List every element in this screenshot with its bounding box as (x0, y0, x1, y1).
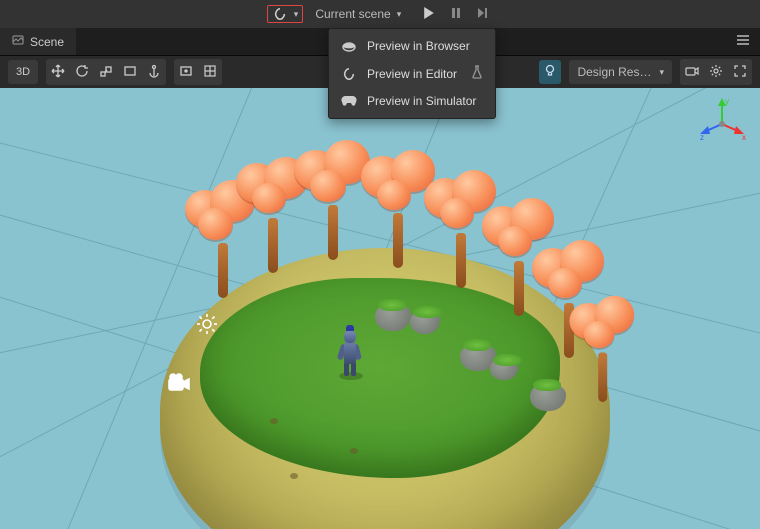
viewport-options-group (680, 59, 752, 85)
transform-tool-group (46, 59, 166, 85)
move-icon (51, 64, 65, 81)
menu-item-preview-editor[interactable]: Preview in Editor (329, 59, 495, 88)
pivot-tool-group (174, 59, 222, 85)
pause-button[interactable] (447, 5, 465, 24)
panel-menu-button[interactable] (726, 28, 760, 55)
design-resolution-dropdown[interactable]: Design Res… ▾ (569, 60, 672, 84)
mode-3d-label: 3D (16, 66, 30, 78)
preview-mode-menu: Preview in Browser Preview in Editor Pre… (328, 28, 496, 119)
globe-icon (203, 64, 217, 81)
anchor-icon (147, 64, 161, 81)
lightbulb-icon (544, 64, 556, 81)
flask-icon (471, 65, 483, 82)
axis-z-label: z (700, 133, 704, 142)
rotate-icon (75, 64, 89, 81)
scene-island (160, 248, 610, 529)
pivot-center-button[interactable] (175, 60, 197, 84)
editor-preview-icon (272, 7, 288, 21)
play-button[interactable] (419, 5, 439, 24)
menu-item-label: Preview in Browser (367, 39, 470, 53)
gamepad-icon (341, 95, 357, 107)
camera-icon (685, 65, 699, 80)
pivot-icon (179, 64, 193, 81)
play-menubar: ▾ Current scene ▾ (0, 0, 760, 28)
axis-gizmo: x y z (698, 96, 746, 144)
axis-x-label: x (742, 133, 746, 142)
chevron-down-icon: ▾ (294, 9, 299, 20)
gear-icon (709, 64, 723, 81)
editor-preview-icon (341, 67, 357, 81)
chevron-down-icon: ▾ (659, 67, 664, 78)
hamburger-icon (736, 34, 750, 49)
menu-item-label: Preview in Simulator (367, 94, 476, 108)
chevron-down-icon: ▾ (397, 9, 402, 20)
rect-tool-button[interactable] (119, 60, 141, 84)
mode-3d-button[interactable]: 3D (8, 60, 38, 84)
rect-icon (123, 64, 137, 81)
scene-character-knight (335, 328, 365, 378)
menu-item-preview-simulator[interactable]: Preview in Simulator (329, 88, 495, 114)
image-icon (12, 34, 24, 49)
rotate-tool-button[interactable] (71, 60, 93, 84)
preview-mode-dropdown[interactable]: ▾ (267, 5, 304, 23)
menu-item-preview-browser[interactable]: Preview in Browser (329, 33, 495, 59)
scene-selector-dropdown[interactable]: Current scene ▾ (309, 5, 407, 23)
local-global-button[interactable] (199, 60, 221, 84)
scene-selector-label: Current scene (315, 7, 390, 21)
viewport-camera-button[interactable] (681, 60, 703, 84)
menu-item-label: Preview in Editor (367, 67, 457, 81)
scale-icon (99, 64, 113, 81)
design-resolution-label: Design Res… (577, 65, 651, 79)
expand-icon (733, 64, 747, 81)
tab-scene[interactable]: Scene (0, 28, 76, 55)
step-button[interactable] (473, 5, 493, 24)
scale-tool-button[interactable] (95, 60, 117, 84)
anchor-tool-button[interactable] (143, 60, 165, 84)
viewport-settings-button[interactable] (705, 60, 727, 84)
scene-viewport[interactable]: x y z (0, 88, 760, 529)
tab-scene-label: Scene (30, 35, 64, 49)
axis-y-label: y (725, 97, 729, 106)
lighting-toggle-button[interactable] (539, 60, 561, 84)
browser-icon (341, 39, 357, 53)
move-tool-button[interactable] (47, 60, 69, 84)
viewport-expand-button[interactable] (729, 60, 751, 84)
